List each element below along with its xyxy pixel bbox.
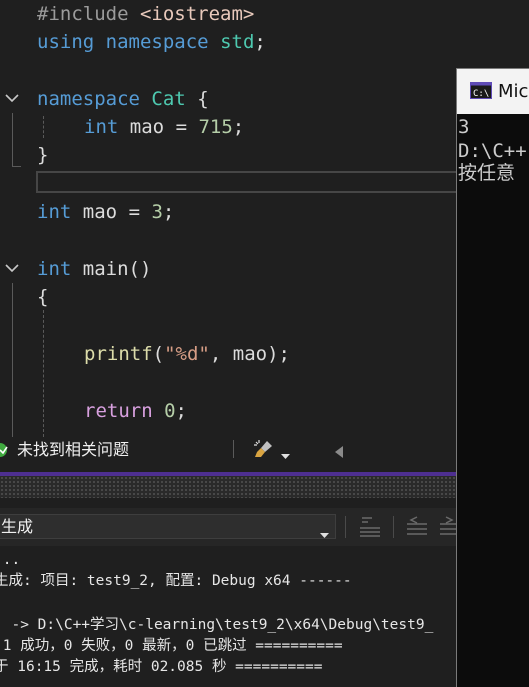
- output-line: 1 成功，0 失败，0 最新，0 已跳过 ==========: [0, 638, 343, 654]
- code-line-5: int mao = 715;: [0, 113, 529, 141]
- punctuation-token: ,: [209, 343, 222, 365]
- output-panel: 生成 ... 生成: 项目: tes: [0, 498, 460, 687]
- variable-token: mao: [129, 116, 165, 138]
- console-output-line: 3: [458, 116, 470, 138]
- previous-message-icon[interactable]: [405, 516, 429, 538]
- toolbar-divider: [393, 516, 394, 538]
- code-line-6: }: [0, 141, 529, 169]
- caret-down-icon[interactable]: [281, 445, 290, 464]
- svg-text:C:\: C:\: [473, 89, 489, 99]
- check-circle-icon: [0, 442, 12, 457]
- indent-guide: [43, 310, 44, 437]
- brace-token: {: [197, 88, 209, 110]
- punctuation-token: ;: [254, 31, 266, 53]
- code-line-8: int mao = 3;: [0, 198, 529, 226]
- find-message-icon[interactable]: [358, 516, 382, 538]
- editor-status-bar: 未找到相关问题: [0, 437, 460, 462]
- output-source-value: 生成: [1, 517, 34, 536]
- keyword-token: namespace: [105, 31, 209, 53]
- current-line-highlight: [36, 171, 466, 193]
- console-app-icon: C:\: [470, 82, 492, 103]
- output-line: j -> D:\C++学习\c-learning\test9_2\x64\Deb…: [0, 617, 434, 633]
- console-titlebar[interactable]: C:\ Micro: [457, 69, 529, 114]
- directive-token: #include: [37, 3, 129, 25]
- ide-screen: #include <iostream> using namespace std;…: [0, 0, 529, 687]
- output-source-select[interactable]: 生成: [0, 514, 336, 539]
- variable-token: mao: [232, 343, 268, 365]
- namespace-name-token: Cat: [151, 88, 186, 110]
- punctuation-token: ;: [175, 400, 187, 422]
- toolbar-divider: [345, 516, 346, 538]
- code-line-4: namespace Cat {: [0, 85, 529, 113]
- keyword-token: namespace: [37, 88, 140, 110]
- type-token: int: [37, 258, 72, 280]
- punctuation-token: ;: [162, 201, 175, 223]
- function-name-token: main: [82, 258, 129, 280]
- output-line: ...: [0, 552, 21, 568]
- caret-down-icon: [320, 524, 329, 543]
- punctuation-token: (: [152, 343, 165, 365]
- code-line-13: printf("%d", mao);: [0, 340, 529, 368]
- type-token: int: [37, 201, 72, 223]
- console-title: Micro: [498, 81, 529, 102]
- issues-status-text[interactable]: 未找到相关问题: [17, 437, 129, 462]
- code-line-15: return 0;: [0, 397, 529, 425]
- code-line-1: #include <iostream>: [0, 0, 529, 28]
- punctuation-token: ;: [232, 116, 245, 138]
- console-window[interactable]: C:\ Micro 3 D:\C++ 按任意: [456, 68, 529, 687]
- fold-bracket-line: [12, 283, 13, 437]
- string-token: "%d": [164, 343, 210, 365]
- indent-guide: [43, 116, 44, 138]
- punctuation-token: );: [267, 343, 290, 365]
- variable-token: mao: [82, 201, 118, 223]
- output-line: 于 16:15 完成，耗时 02.085 秒 ==========: [0, 659, 323, 675]
- console-output-line: 按任意: [458, 162, 516, 184]
- keyword-token: using: [37, 31, 95, 53]
- number-token: 715: [198, 116, 233, 138]
- function-call-token: printf: [84, 343, 153, 365]
- code-line-11: {: [0, 283, 529, 311]
- number-token: 3: [151, 201, 163, 223]
- code-line-10: int main(): [0, 255, 529, 283]
- scroll-left-icon[interactable]: [335, 443, 343, 462]
- operator-token: =: [175, 116, 188, 138]
- divider: [233, 440, 234, 458]
- brace-token: {: [37, 286, 49, 308]
- operator-token: =: [128, 201, 141, 223]
- number-token: 0: [164, 400, 176, 422]
- code-line-2: using namespace std;: [0, 28, 529, 56]
- brush-icon[interactable]: [253, 439, 275, 459]
- brace-token: }: [37, 144, 49, 166]
- include-header-token: <iostream>: [139, 3, 255, 25]
- namespace-token: std: [220, 31, 255, 53]
- console-output-line: D:\C++: [458, 140, 527, 162]
- type-token: int: [84, 116, 119, 138]
- parens-token: (): [128, 258, 152, 280]
- output-line: 生成: 项目: test9_2, 配置: Debug x64 ------: [0, 573, 352, 589]
- fold-bracket-line: [12, 113, 21, 167]
- keyword-token: return: [84, 400, 153, 422]
- panel-splitter[interactable]: [0, 476, 460, 498]
- code-editor[interactable]: #include <iostream> using namespace std;…: [0, 0, 529, 437]
